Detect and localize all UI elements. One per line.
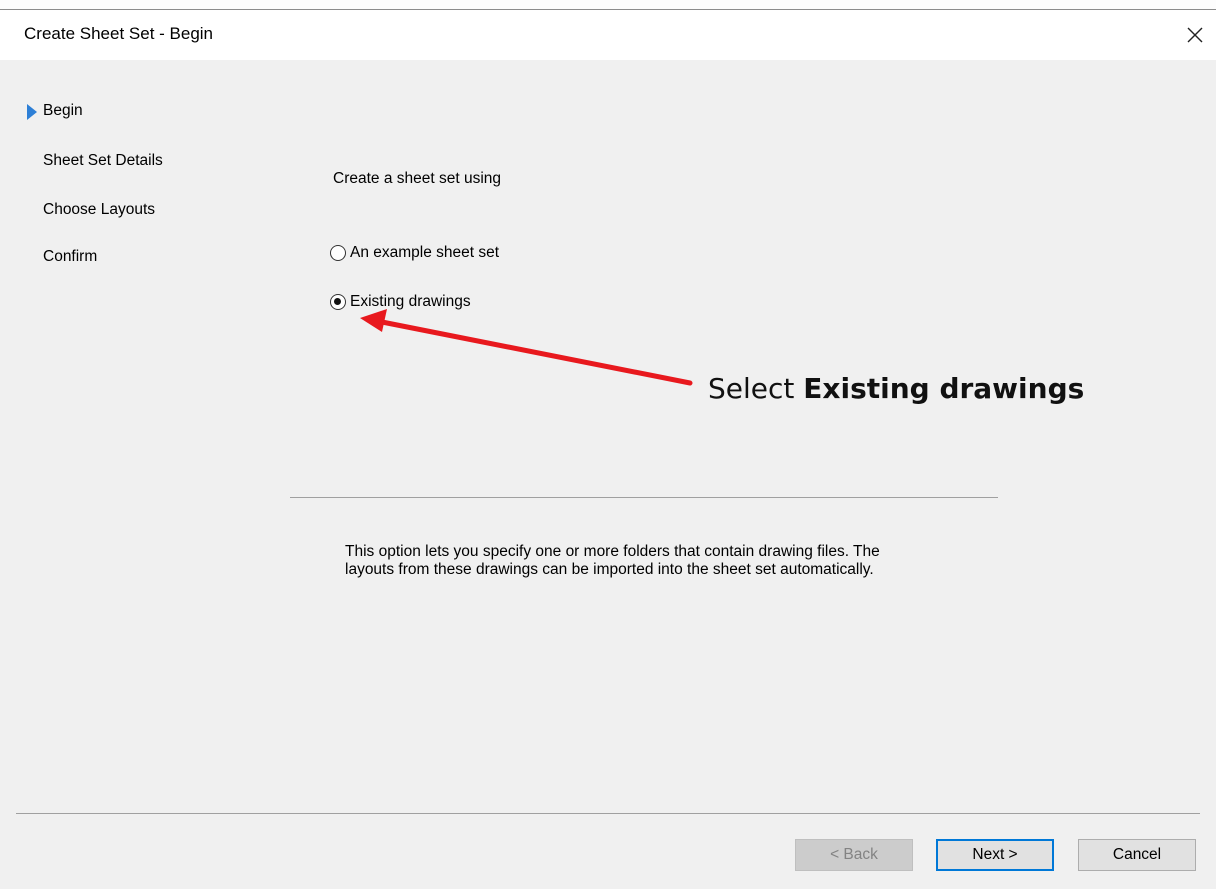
annotation-callout: Select Existing drawings: [708, 372, 1084, 405]
annotation-emphasis: Existing drawings: [803, 372, 1085, 405]
annotation-prefix: Select: [708, 372, 804, 405]
annotation-arrow-icon: [360, 309, 693, 386]
